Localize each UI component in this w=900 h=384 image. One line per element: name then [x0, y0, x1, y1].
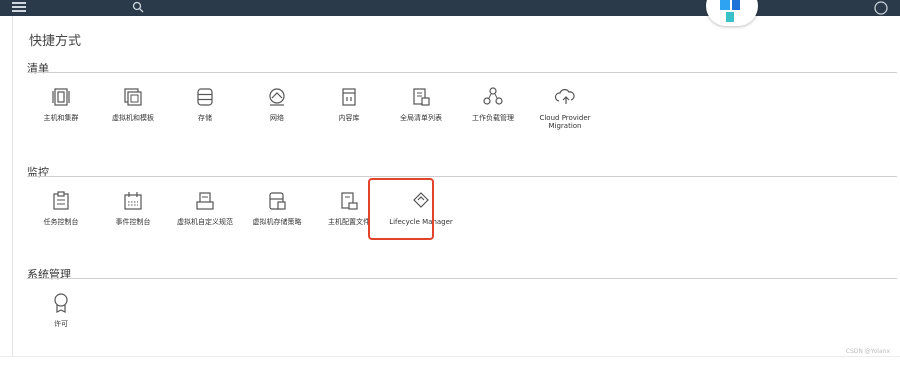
workload-management-icon — [483, 87, 503, 105]
section-title-inventory: 清单 — [27, 62, 49, 75]
shortcut-storage[interactable]: 存储 — [171, 86, 239, 122]
top-navigation-bar — [0, 0, 900, 16]
event-console-icon — [124, 192, 142, 210]
content-library-icon — [342, 88, 356, 106]
shortcut-label: 工作负载管理 — [472, 114, 514, 122]
cloud-migration-icon — [554, 89, 575, 104]
shortcut-label: 网络 — [270, 114, 284, 122]
shortcut-task-console[interactable]: 任务控制台 — [27, 190, 95, 226]
section-divider — [27, 278, 897, 279]
user-icon[interactable] — [874, 1, 888, 15]
host-profiles-icon — [341, 192, 358, 210]
section-divider — [27, 72, 897, 73]
highlight-box — [368, 178, 434, 240]
shortcut-vm-customization[interactable]: 虚拟机自定义规范 — [171, 190, 239, 226]
shortcut-label: 许可 — [54, 320, 68, 328]
shortcut-label: 存储 — [198, 114, 212, 122]
hosts-clusters-icon — [52, 88, 70, 106]
shortcut-network[interactable]: 网络 — [243, 86, 311, 122]
shortcut-label: 主机和集群 — [43, 114, 79, 122]
shortcut-label: 虚拟机和模板 — [112, 114, 154, 122]
vm-storage-policy-icon — [269, 192, 286, 210]
shortcut-cloud-provider-migration[interactable]: Cloud Provider Migration — [531, 86, 599, 130]
task-console-icon — [53, 191, 69, 210]
watermark: CSDN @Yolanx — [845, 348, 890, 355]
network-icon — [269, 88, 285, 106]
shortcut-label: Cloud Provider Migration — [539, 114, 591, 130]
shortcut-label: 任务控制台 — [43, 218, 79, 226]
shortcut-label: 内容库 — [338, 114, 360, 122]
licensing-icon — [54, 293, 68, 313]
search-icon[interactable] — [132, 1, 144, 13]
section-divider — [27, 176, 897, 177]
global-inventory-icon — [413, 88, 430, 106]
shortcut-label: 虚拟机自定义规范 — [177, 218, 233, 226]
vm-customization-icon — [196, 192, 214, 210]
shortcut-vms-templates[interactable]: 虚拟机和模板 — [99, 86, 167, 122]
shortcut-label: 虚拟机存储策略 — [252, 218, 302, 226]
menu-icon[interactable] — [12, 2, 26, 12]
shortcut-vm-storage-policy[interactable]: 虚拟机存储策略 — [243, 190, 311, 226]
section-title-administration: 系统管理 — [27, 268, 71, 281]
shortcut-global-inventory[interactable]: 全局清单列表 — [387, 86, 455, 122]
shortcut-label: 事件控制台 — [115, 218, 151, 226]
shortcut-content-library[interactable]: 内容库 — [315, 86, 383, 122]
bottom-strip — [0, 356, 900, 384]
vms-templates-icon — [124, 88, 142, 106]
shortcut-workload-management[interactable]: 工作负载管理 — [459, 86, 527, 122]
page-title: 快捷方式 — [29, 34, 82, 49]
shortcuts-page: 快捷方式 清单 主机和集群 虚拟机和模板 存储 网络 内容库 全局清单列表 工作… — [12, 16, 900, 356]
storage-icon — [197, 88, 213, 106]
shortcut-licensing[interactable]: 许可 — [27, 292, 95, 328]
shortcut-hosts-clusters[interactable]: 主机和集群 — [27, 86, 95, 122]
shortcut-event-console[interactable]: 事件控制台 — [99, 190, 167, 226]
section-title-monitoring: 监控 — [27, 166, 49, 179]
shortcut-label: 全局清单列表 — [400, 114, 442, 122]
